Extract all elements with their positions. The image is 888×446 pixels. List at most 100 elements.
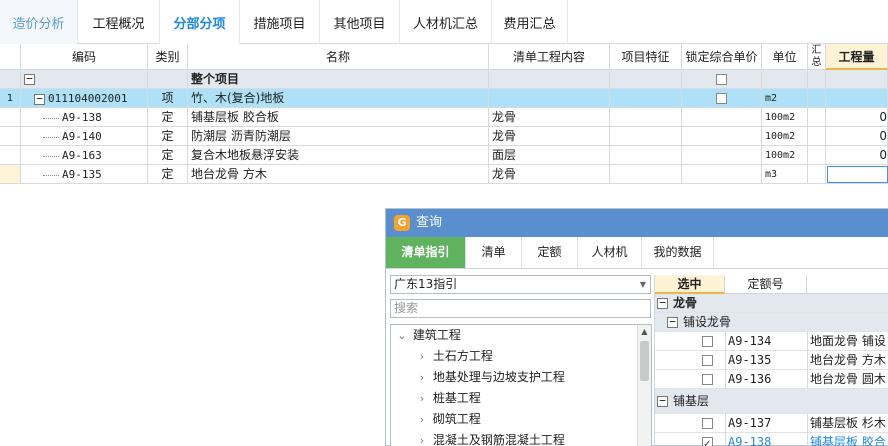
tab-divisional-items[interactable]: 分部分项 (160, 0, 240, 44)
quota-unit: 100m2 (762, 146, 808, 165)
lock-checkbox[interactable] (716, 74, 727, 85)
table-row[interactable]: A9-140 定 防潮层 沥青防潮层 龙骨 100m2 0 (0, 127, 888, 146)
tab-cost-analysis[interactable]: 造价分析 (0, 0, 78, 44)
collapse-icon[interactable]: − (657, 297, 668, 309)
tab-quota[interactable]: 定额 (522, 237, 578, 268)
tab-my-data[interactable]: 我的数据 (642, 237, 714, 268)
query-tabs: 清单指引 清单 定额 人材机 我的数据 (386, 237, 888, 269)
col-quota-no[interactable]: 定额号 (725, 275, 807, 294)
select-checkbox[interactable] (702, 355, 713, 366)
tab-cost-summary[interactable]: 费用汇总 (492, 0, 568, 44)
guide-item-row[interactable]: A9-136 地台龙骨 圆木 (655, 370, 888, 389)
query-panel-title: 查询 (416, 215, 443, 230)
tree-node[interactable]: › 地基处理与边坡支护工程 (391, 367, 651, 388)
col-unit[interactable]: 单位 (762, 44, 808, 70)
quota-quantity[interactable]: 0 (826, 146, 888, 165)
guide-item-row[interactable]: A9-134 地面龙骨 铺设 (655, 332, 888, 351)
col-work-content[interactable]: 清单工程内容 (489, 44, 610, 70)
col-summary[interactable]: 汇总 (808, 44, 826, 70)
group-label: 铺设龙骨 (683, 315, 732, 329)
tab-list-guide[interactable]: 清单指引 (386, 237, 466, 268)
quota-content: 龙骨 (489, 165, 610, 184)
group-label: 铺基层 (673, 394, 710, 408)
col-lock-price[interactable]: 锁定综合单价 (682, 44, 762, 70)
chevron-right-icon[interactable]: › (415, 388, 429, 409)
tab-labor-material-machine[interactable]: 人材机汇总 (400, 0, 492, 44)
chevron-right-icon[interactable]: › (415, 430, 429, 446)
guide-group-row[interactable]: − 铺设龙骨 (655, 313, 888, 332)
quota-code: A9-163 (62, 149, 102, 162)
guide-group-row[interactable]: − 铺基层 (655, 389, 888, 414)
table-row-item[interactable]: 1 −011104002001 项 竹、木(复合)地板 m2 (0, 89, 888, 108)
quota-quantity[interactable]: 0 (826, 127, 888, 146)
guide-group-row[interactable]: − 龙骨 (655, 294, 888, 313)
tree-node[interactable]: › 混凝土及钢筋混凝土工程 (391, 430, 651, 446)
lock-checkbox[interactable] (716, 93, 727, 104)
row-index: 1 (0, 89, 21, 108)
select-checkbox[interactable] (702, 418, 713, 429)
guide-quota-name: 地面龙骨 铺设 (810, 334, 886, 348)
quota-name: 铺基层板 胶合板 (188, 108, 489, 127)
tab-other-items[interactable]: 其他项目 (320, 0, 400, 44)
tab-project-overview[interactable]: 工程概况 (78, 0, 160, 44)
tree-node[interactable]: › 砌筑工程 (391, 409, 651, 430)
table-row[interactable]: A9-163 定 复合木地板悬浮安装 面层 100m2 0 (0, 146, 888, 165)
quota-content: 龙骨 (489, 108, 610, 127)
guide-quota-name: 铺基层板 胶合 (810, 435, 886, 446)
tree-node-label: 建筑工程 (412, 328, 461, 342)
chevron-right-icon[interactable]: › (415, 409, 429, 430)
search-input[interactable]: 搜索 (390, 299, 651, 318)
select-checkbox[interactable] (702, 374, 713, 385)
tree-node-building[interactable]: ⌄ 建筑工程 (391, 325, 651, 346)
dropdown-arrow-icon[interactable]: ▼ (640, 276, 646, 293)
tree-node-label: 砌筑工程 (432, 412, 481, 426)
collapse-icon[interactable]: − (24, 73, 35, 85)
query-panel: G 查询 清单指引 清单 定额 人材机 我的数据 广东13指引 ▼ 搜索 ⌄ 建… (385, 208, 888, 446)
guide-item-row[interactable]: A9-137 铺基层板 杉木 (655, 414, 888, 433)
table-row-current[interactable]: A9-135 定 地台龙骨 方木 龙骨 m3 (0, 165, 888, 184)
table-row-group[interactable]: − 整个项目 (0, 70, 888, 89)
group-name: 整个项目 (188, 70, 489, 89)
tab-labor-material[interactable]: 人材机 (578, 237, 642, 268)
quota-code: A9-135 (62, 168, 102, 181)
col-selected[interactable]: 选中 (655, 275, 725, 294)
tree-node[interactable]: › 土石方工程 (391, 346, 651, 367)
chevron-right-icon[interactable]: › (415, 367, 429, 388)
table-row[interactable]: A9-138 定 铺基层板 胶合板 龙骨 100m2 0 (0, 108, 888, 127)
quota-quantity[interactable]: 0 (826, 108, 888, 127)
col-code[interactable]: 编码 (21, 44, 148, 70)
col-type[interactable]: 类别 (148, 44, 188, 70)
query-panel-titlebar[interactable]: G 查询 (386, 209, 888, 237)
tab-measures[interactable]: 措施项目 (240, 0, 320, 44)
chevron-down-icon[interactable]: ⌄ (395, 325, 409, 346)
tab-list[interactable]: 清单 (466, 237, 522, 268)
tree-node[interactable]: › 桩基工程 (391, 388, 651, 409)
guide-select[interactable]: 广东13指引 ▼ (390, 275, 651, 294)
collapse-icon[interactable]: − (667, 316, 678, 328)
quota-type: 定 (148, 165, 188, 184)
guide-quota-code: A9-136 (728, 372, 772, 386)
guide-quota-code: A9-134 (728, 334, 772, 348)
tree-scrollbar[interactable]: ▲ (637, 325, 651, 446)
quantity-input[interactable] (827, 166, 888, 183)
item-unit: m2 (762, 89, 808, 108)
col-quantity[interactable]: 工程量 (826, 44, 888, 70)
collapse-icon[interactable]: − (657, 395, 668, 407)
app-logo-icon: G (394, 215, 410, 231)
top-tab-bar: 造价分析 工程概况 分部分项 措施项目 其他项目 人材机汇总 费用汇总 (0, 0, 888, 44)
chevron-right-icon[interactable]: › (415, 346, 429, 367)
guide-item-row[interactable]: A9-135 地台龙骨 方木 (655, 351, 888, 370)
guide-quota-code: A9-138 (728, 435, 772, 446)
col-features[interactable]: 项目特征 (610, 44, 682, 70)
select-checkbox[interactable] (702, 336, 713, 347)
quota-code: A9-138 (62, 111, 102, 124)
col-name[interactable]: 名称 (188, 44, 489, 70)
select-checkbox-checked[interactable] (702, 435, 713, 446)
scroll-thumb[interactable] (640, 341, 649, 381)
guide-item-row-selected[interactable]: A9-138 铺基层板 胶合 (655, 433, 888, 446)
collapse-icon[interactable]: − (34, 93, 45, 105)
grid-header: 编码 类别 名称 清单工程内容 项目特征 锁定综合单价 单位 汇总 工程量 (0, 44, 888, 70)
guide-select-value: 广东13指引 (394, 277, 458, 291)
quota-name: 防潮层 沥青防潮层 (188, 127, 489, 146)
scroll-up-icon[interactable]: ▲ (638, 325, 651, 339)
